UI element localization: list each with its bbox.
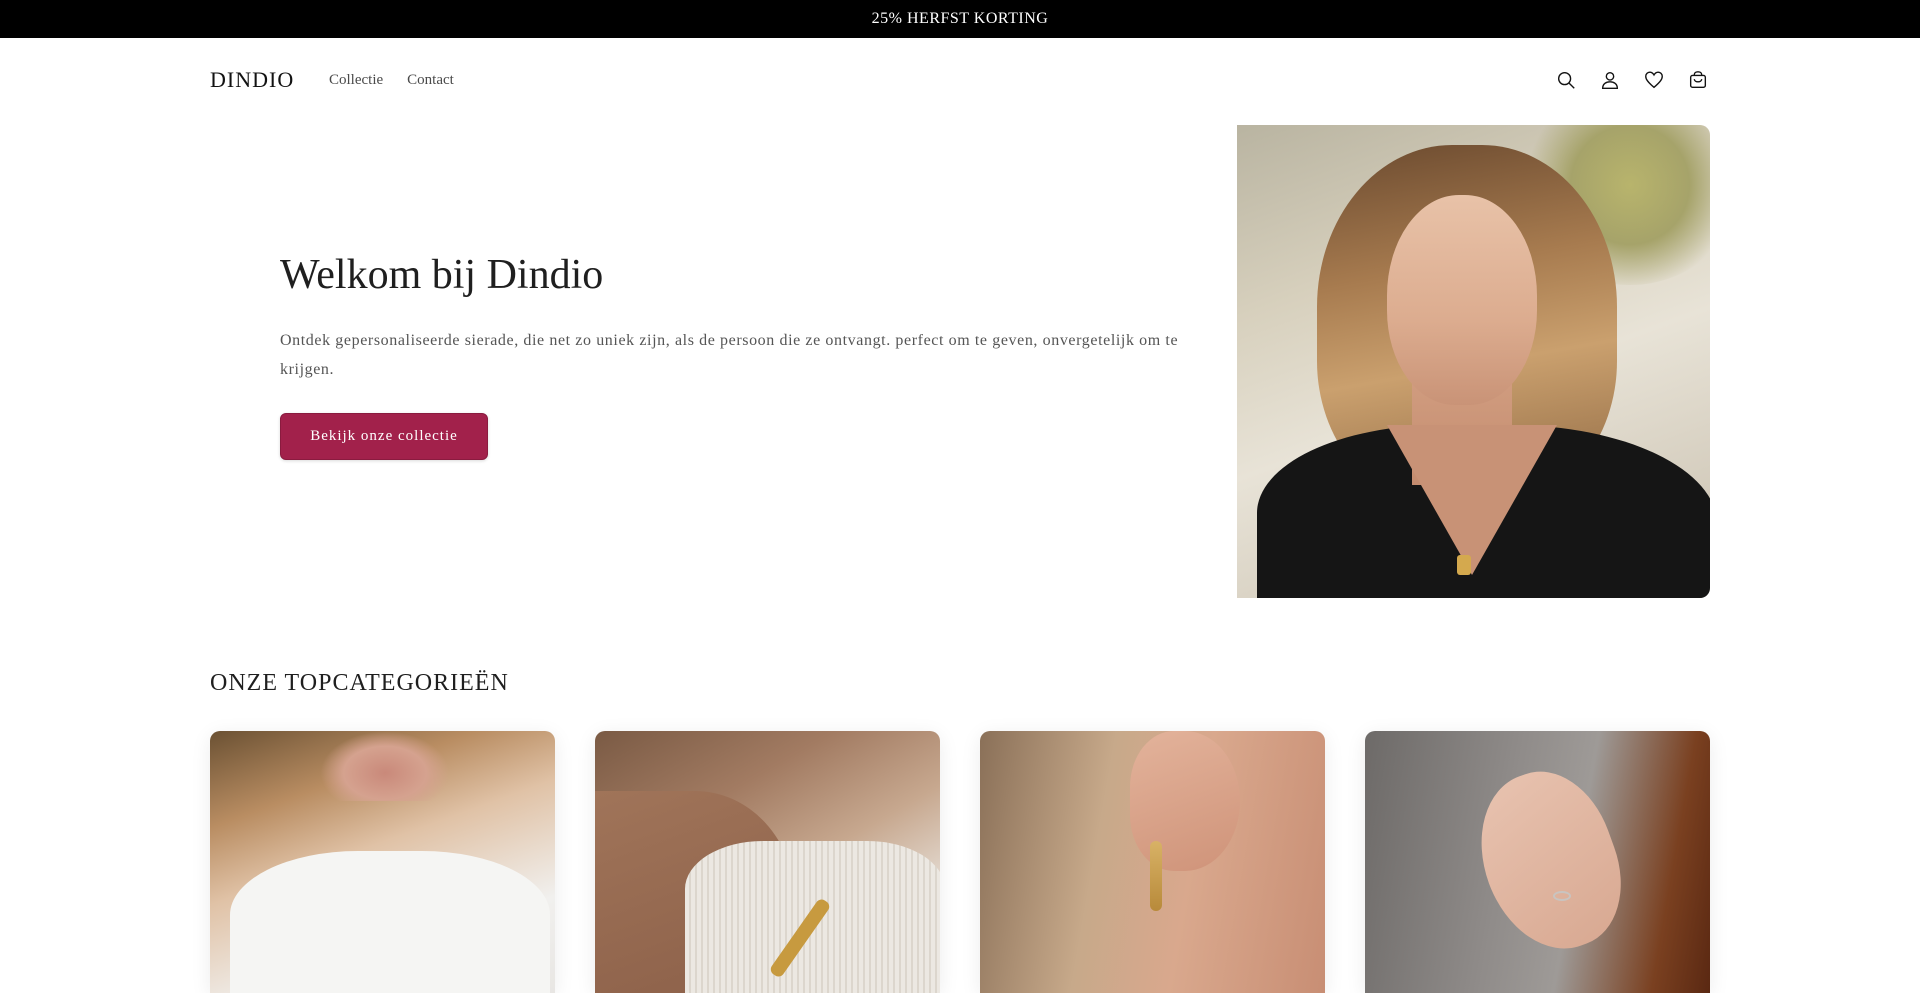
categories-title: ONZE TOPCATEGORIEËN	[210, 670, 509, 696]
search-button[interactable]	[1554, 68, 1578, 92]
search-icon	[1557, 71, 1575, 89]
cart-button[interactable]	[1686, 68, 1710, 92]
account-button[interactable]	[1598, 68, 1622, 92]
main-nav: Collectie Contact	[329, 72, 454, 89]
announcement-bar: 25% HERFST KORTING	[0, 0, 1920, 38]
nav-item-collectie[interactable]: Collectie	[329, 72, 383, 89]
header-icons	[1554, 68, 1710, 92]
site-header: DINDIO Collectie Contact	[0, 38, 1920, 124]
logo[interactable]: DINDIO	[210, 67, 294, 93]
category-card-necklaces[interactable]	[210, 731, 555, 993]
nav-item-contact[interactable]: Contact	[407, 72, 454, 89]
hero-title: Welkom bij Dindio	[280, 252, 604, 298]
category-card-bracelets[interactable]	[595, 731, 940, 993]
hero-image	[1237, 125, 1710, 598]
view-collection-button[interactable]: Bekijk onze collectie	[280, 413, 488, 460]
announcement-text: 25% HERFST KORTING	[871, 10, 1049, 27]
account-icon	[1601, 71, 1619, 89]
category-card-earrings[interactable]	[980, 731, 1325, 993]
wishlist-button[interactable]	[1642, 68, 1666, 92]
wishlist-icon	[1645, 71, 1663, 89]
hero-description: Ontdek gepersonaliseerde sierade, die ne…	[280, 332, 1179, 379]
category-card-rings[interactable]	[1365, 731, 1710, 993]
hero-text: Welkom bij Dindio Ontdek gepersonaliseer…	[280, 250, 1180, 384]
cart-icon	[1689, 71, 1707, 89]
category-cards	[210, 731, 1710, 993]
